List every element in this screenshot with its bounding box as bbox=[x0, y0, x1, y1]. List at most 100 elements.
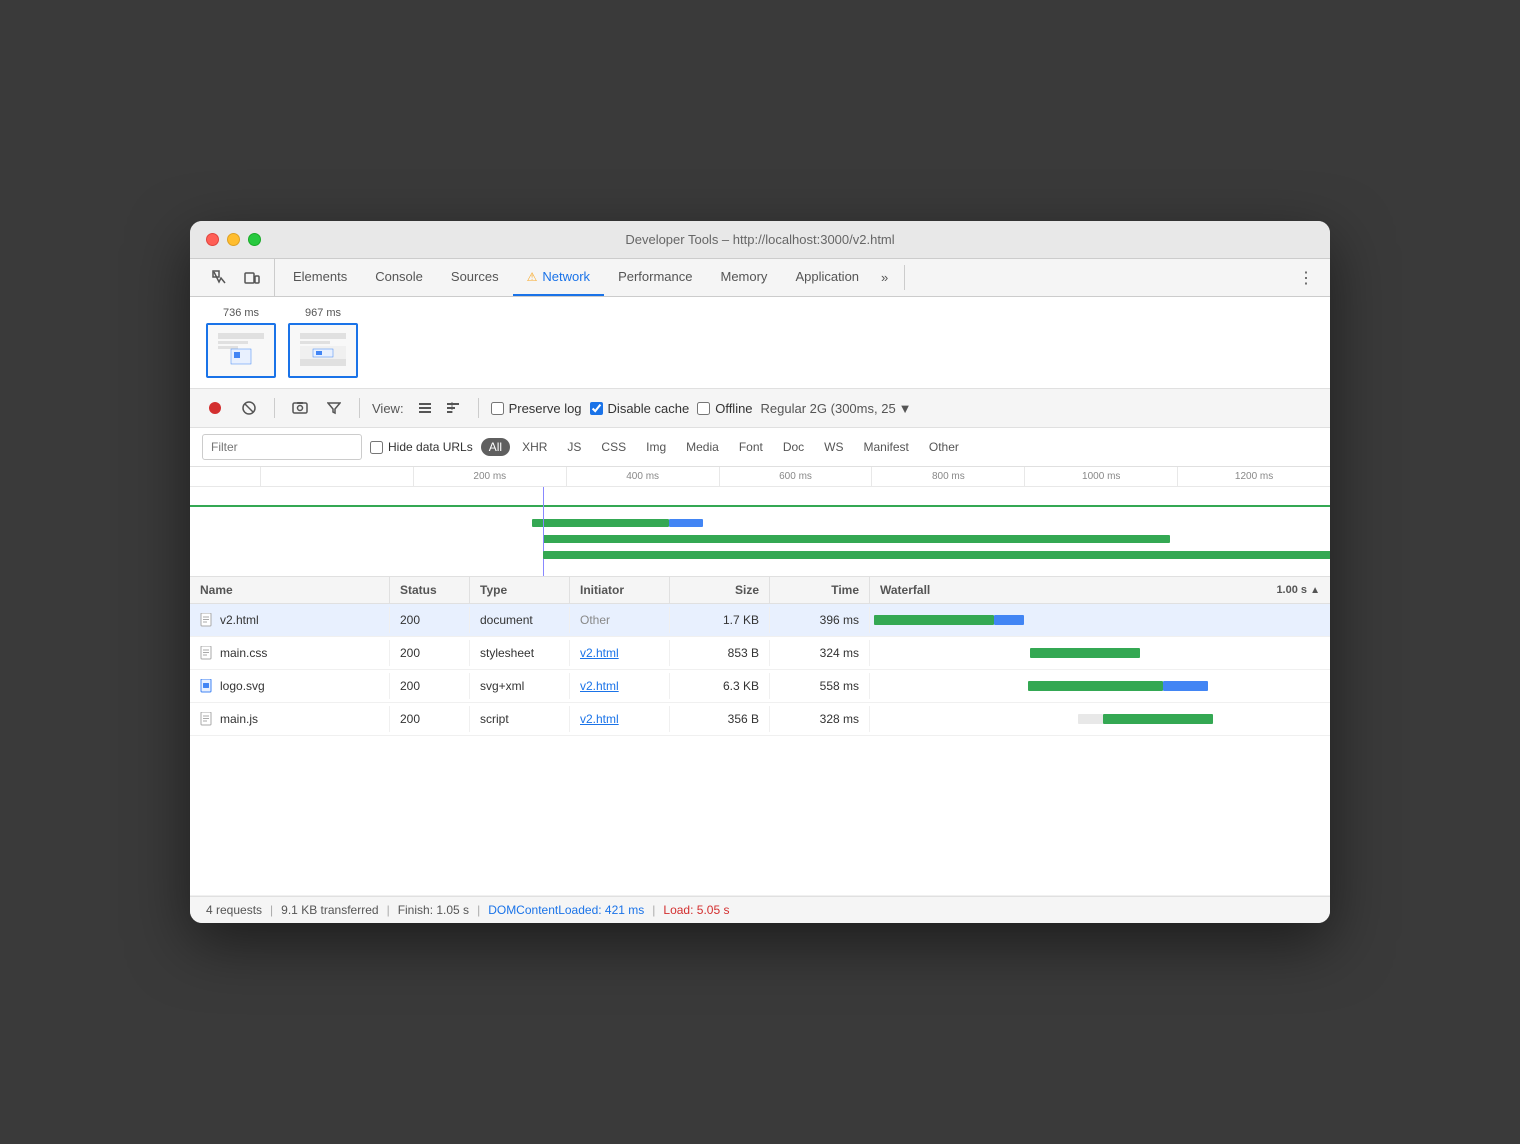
td-initiator-logosvg[interactable]: v2.html bbox=[570, 673, 670, 699]
transferred-size: 9.1 KB transferred bbox=[281, 903, 378, 917]
tab-console[interactable]: Console bbox=[361, 259, 437, 296]
title-bar: Developer Tools – http://localhost:3000/… bbox=[190, 221, 1330, 259]
filter-pill-other[interactable]: Other bbox=[921, 438, 967, 456]
screenshot-2[interactable]: 967 ms bbox=[288, 307, 358, 378]
tab-elements[interactable]: Elements bbox=[279, 259, 361, 296]
svg-file-icon bbox=[200, 679, 214, 693]
tab-memory[interactable]: Memory bbox=[706, 259, 781, 296]
devtools-menu-button[interactable]: ⋮ bbox=[1290, 259, 1322, 296]
th-initiator: Initiator bbox=[570, 577, 670, 603]
th-name: Name bbox=[190, 577, 390, 603]
table-row[interactable]: main.js 200 script v2.html 356 B 328 ms bbox=[190, 703, 1330, 736]
css-file-icon bbox=[200, 646, 214, 660]
wf-svg-green bbox=[1028, 681, 1163, 691]
close-button[interactable] bbox=[206, 233, 219, 246]
table-header: Name Status Type Initiator Size Time Wat… bbox=[190, 577, 1330, 604]
timeline-content bbox=[190, 487, 1330, 577]
screenshot-thumb-2[interactable] bbox=[288, 323, 358, 378]
td-initiator-maincss[interactable]: v2.html bbox=[570, 640, 670, 666]
tab-performance[interactable]: Performance bbox=[604, 259, 706, 296]
minimize-button[interactable] bbox=[227, 233, 240, 246]
th-waterfall: Waterfall 1.00 s ▲ bbox=[870, 577, 1330, 603]
screenshot-1[interactable]: 736 ms bbox=[206, 307, 276, 378]
td-initiator-mainjs[interactable]: v2.html bbox=[570, 706, 670, 732]
filter-button[interactable] bbox=[321, 395, 347, 421]
tab-network[interactable]: ⚠ Network bbox=[513, 259, 604, 296]
filter-pill-xhr[interactable]: XHR bbox=[514, 438, 555, 456]
inspect-element-icon[interactable] bbox=[206, 264, 234, 292]
list-view-button[interactable] bbox=[412, 395, 438, 421]
disable-cache-label[interactable]: Disable cache bbox=[590, 401, 690, 416]
filter-pill-ws[interactable]: WS bbox=[816, 438, 851, 456]
waterfall-sort-icon[interactable]: ▲ bbox=[1310, 585, 1320, 596]
filter-pill-manifest[interactable]: Manifest bbox=[856, 438, 917, 456]
status-sep-2: | bbox=[387, 903, 390, 917]
ruler-tick-1000: 1000 ms bbox=[1024, 467, 1177, 486]
td-time-mainjs: 328 ms bbox=[770, 706, 870, 732]
wf-v2html-green bbox=[874, 615, 994, 625]
timeline-green-line bbox=[190, 505, 1330, 507]
dom-content-loaded: DOMContentLoaded: 421 ms bbox=[488, 903, 644, 917]
table-row[interactable]: main.css 200 stylesheet v2.html 853 B 32… bbox=[190, 637, 1330, 670]
tabs-bar: Elements Console Sources ⚠ Network Perfo… bbox=[190, 259, 1330, 297]
offline-checkbox[interactable] bbox=[697, 402, 710, 415]
waterfall-time: 1.00 s ▲ bbox=[1276, 584, 1320, 596]
more-tabs-button[interactable]: » bbox=[873, 259, 896, 296]
wf-v2html-blue bbox=[994, 615, 1024, 625]
filter-input[interactable] bbox=[202, 434, 362, 460]
td-size-maincss: 853 B bbox=[670, 640, 770, 666]
tab-separator bbox=[904, 265, 905, 290]
filter-bar: Hide data URLs All XHR JS CSS Img Media … bbox=[190, 428, 1330, 467]
waterfall-view-button[interactable] bbox=[440, 395, 466, 421]
tab-sources[interactable]: Sources bbox=[437, 259, 513, 296]
view-buttons bbox=[412, 395, 466, 421]
toolbar-sep-2 bbox=[359, 398, 360, 418]
preserve-log-checkbox[interactable] bbox=[491, 402, 504, 415]
status-sep-3: | bbox=[477, 903, 480, 917]
td-status-logosvg: 200 bbox=[390, 673, 470, 699]
preserve-log-label[interactable]: Preserve log bbox=[491, 401, 582, 416]
disable-cache-checkbox[interactable] bbox=[590, 402, 603, 415]
hide-data-urls-checkbox[interactable] bbox=[370, 441, 383, 454]
timeline-bar-css-green bbox=[543, 535, 1170, 543]
filter-pill-doc[interactable]: Doc bbox=[775, 438, 812, 456]
td-name-mainjs: main.js bbox=[190, 706, 390, 732]
td-status-maincss: 200 bbox=[390, 640, 470, 666]
warning-icon: ⚠ bbox=[527, 270, 538, 284]
wf-svg-blue bbox=[1163, 681, 1208, 691]
filter-pill-css[interactable]: CSS bbox=[593, 438, 634, 456]
filter-pill-js[interactable]: JS bbox=[559, 438, 589, 456]
maximize-button[interactable] bbox=[248, 233, 261, 246]
table-empty-area bbox=[190, 736, 1330, 896]
th-time: Time bbox=[770, 577, 870, 603]
td-type-v2html: document bbox=[470, 607, 570, 633]
ruler-tick-200: 200 ms bbox=[413, 467, 566, 486]
filter-pill-all[interactable]: All bbox=[481, 438, 510, 456]
table-row[interactable]: logo.svg 200 svg+xml v2.html 6.3 KB 558 … bbox=[190, 670, 1330, 703]
filter-pill-font[interactable]: Font bbox=[731, 438, 771, 456]
table-row[interactable]: v2.html 200 document Other 1.7 KB 396 ms bbox=[190, 604, 1330, 637]
td-size-v2html: 1.7 KB bbox=[670, 607, 770, 633]
capture-screenshot-button[interactable] bbox=[287, 395, 313, 421]
clear-button[interactable] bbox=[236, 395, 262, 421]
toolbar-sep-3 bbox=[478, 398, 479, 418]
td-status-v2html: 200 bbox=[390, 607, 470, 633]
throttle-selector[interactable]: Regular 2G (300ms, 25 ▼ bbox=[761, 401, 912, 416]
td-type-maincss: stylesheet bbox=[470, 640, 570, 666]
td-waterfall-v2html bbox=[870, 604, 1330, 636]
offline-label[interactable]: Offline bbox=[697, 401, 752, 416]
record-button[interactable] bbox=[202, 395, 228, 421]
screenshot-thumb-1[interactable] bbox=[206, 323, 276, 378]
th-size: Size bbox=[670, 577, 770, 603]
td-type-logosvg: svg+xml bbox=[470, 673, 570, 699]
hide-data-urls-label[interactable]: Hide data URLs bbox=[370, 440, 473, 454]
device-toggle-icon[interactable] bbox=[238, 264, 266, 292]
devtools-window: Developer Tools – http://localhost:3000/… bbox=[190, 221, 1330, 923]
filter-pill-img[interactable]: Img bbox=[638, 438, 674, 456]
ruler-tick-0 bbox=[260, 467, 413, 486]
th-type: Type bbox=[470, 577, 570, 603]
tab-application[interactable]: Application bbox=[781, 259, 873, 296]
filter-pill-media[interactable]: Media bbox=[678, 438, 727, 456]
td-name-v2html: v2.html bbox=[190, 607, 390, 633]
status-sep-1: | bbox=[270, 903, 273, 917]
